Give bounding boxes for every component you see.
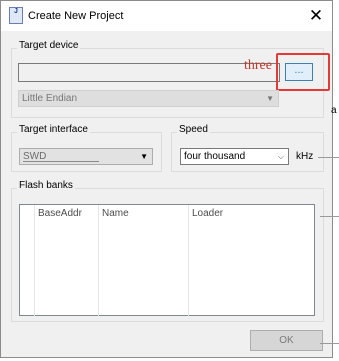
column-header-name[interactable]: Name <box>98 205 188 223</box>
app-icon: J <box>9 7 23 24</box>
annotation-label: three <box>244 58 272 73</box>
endian-value: Little Endian <box>22 93 78 104</box>
chevron-down-icon: ⌵ <box>277 152 284 161</box>
column-header-baseaddr[interactable]: BaseAddr <box>34 205 98 223</box>
flash-banks-label: Flash banks <box>17 180 75 191</box>
speed-unit: kHz <box>296 151 314 162</box>
background-line <box>320 343 339 344</box>
speed-select[interactable]: four thousand ⌵ <box>180 148 289 165</box>
window-title: Create New Project <box>28 10 124 22</box>
ok-button[interactable]: OK <box>250 330 323 351</box>
create-project-dialog: J Create New Project ✕ Target device thr… <box>0 0 333 358</box>
close-button[interactable]: ✕ <box>303 4 329 28</box>
target-interface-select[interactable]: SWD ▼ <box>19 148 153 165</box>
endian-select[interactable]: Little Endian ▼ <box>18 90 279 107</box>
highlight-box <box>276 53 330 91</box>
title-bar[interactable]: J Create New Project ✕ <box>1 1 332 31</box>
flash-banks-table[interactable]: BaseAddr Name Loader <box>19 204 315 317</box>
speed-label: Speed <box>177 124 210 135</box>
chevron-down-icon: ▼ <box>266 94 274 103</box>
chevron-down-icon: ▼ <box>140 152 148 161</box>
ok-label: OK <box>279 335 294 346</box>
background-line <box>318 157 339 158</box>
close-icon: ✕ <box>308 6 324 25</box>
background-line <box>320 216 339 217</box>
focus-underline <box>23 161 99 162</box>
speed-value: four thousand <box>184 151 246 162</box>
target-device-label: Target device <box>17 40 81 51</box>
background-window-text: a <box>331 105 337 116</box>
column-header-loader[interactable]: Loader <box>188 205 308 223</box>
target-device-field[interactable] <box>18 63 280 82</box>
target-interface-label: Target interface <box>17 124 90 135</box>
